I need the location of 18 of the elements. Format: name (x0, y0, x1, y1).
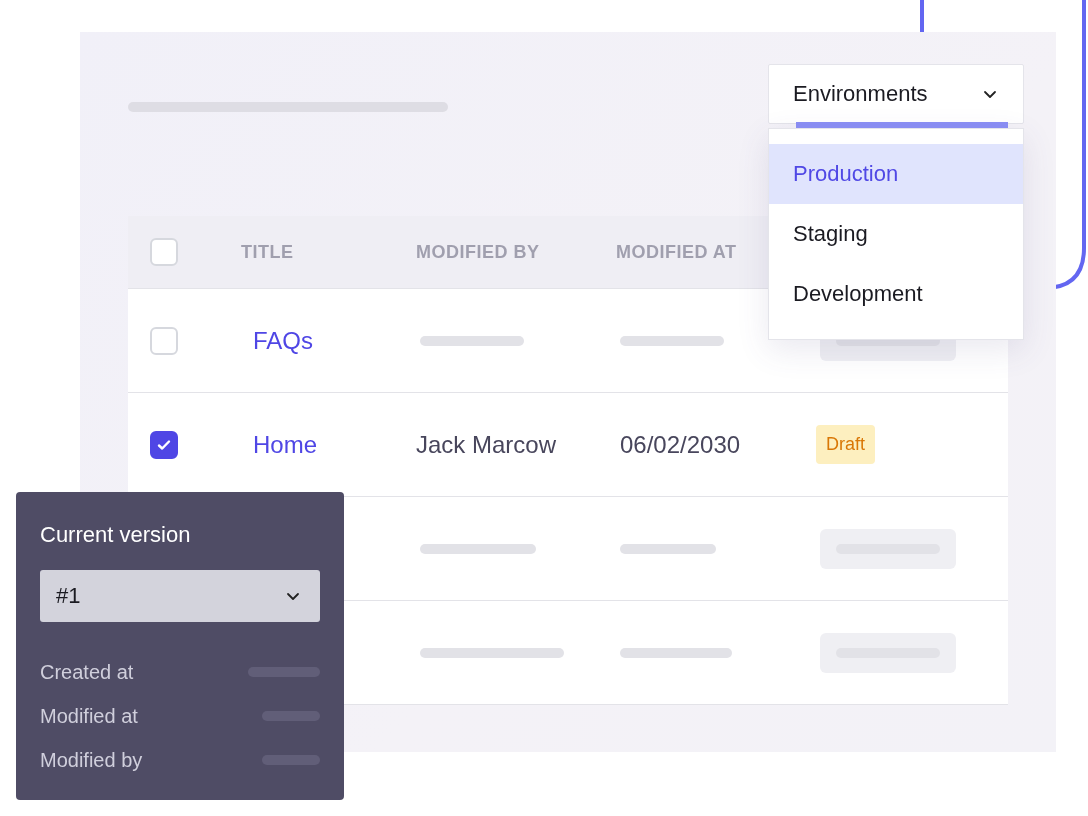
checkbox[interactable] (150, 430, 178, 459)
card-title: Current version (40, 522, 191, 548)
column-header: MODIFIED AT (616, 241, 737, 263)
field-label: Modified by (40, 748, 143, 772)
status-badge: Draft (816, 425, 875, 464)
version-select[interactable]: #1 (40, 570, 320, 622)
field-label: Created at (40, 660, 134, 684)
menu-item[interactable]: Production (769, 144, 1023, 204)
table-cell: 06/02/2030 (620, 430, 741, 459)
table-cell: Jack Marcow (416, 430, 557, 459)
menu-item[interactable]: Development (769, 264, 1023, 324)
column-header: TITLE (241, 241, 294, 263)
title-link[interactable]: Home (253, 430, 318, 459)
menu-item[interactable]: Staging (769, 204, 1023, 264)
field-label: Modified at (40, 704, 138, 728)
environment-dropdown[interactable]: Environments (768, 64, 1024, 124)
title-link[interactable]: FAQs (253, 326, 313, 355)
column-header: MODIFIED BY (416, 241, 540, 263)
